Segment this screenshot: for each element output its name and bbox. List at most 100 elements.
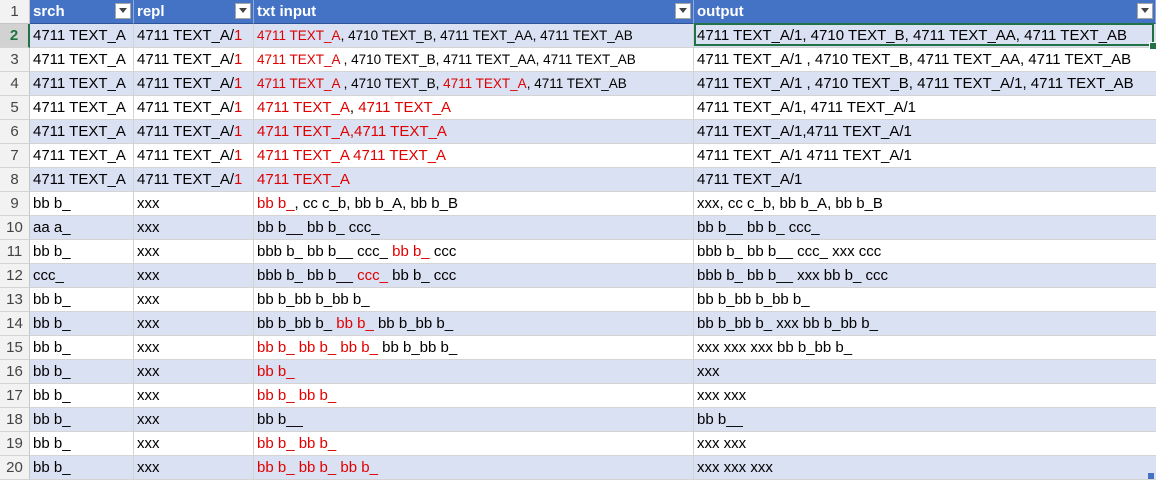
row-number[interactable]: 18 — [0, 408, 30, 432]
row-number[interactable]: 7 — [0, 144, 30, 168]
repl-cell[interactable]: xxx — [134, 240, 254, 264]
srch-cell[interactable]: ccc_ — [30, 264, 134, 288]
srch-cell[interactable]: 4711 TEXT_A — [30, 96, 134, 120]
srch-cell[interactable]: bb b_ — [30, 288, 134, 312]
row-number[interactable]: 12 — [0, 264, 30, 288]
output-cell[interactable]: xxx, cc c_b, bb b_A, bb b_B — [694, 192, 1156, 216]
row-number[interactable]: 5 — [0, 96, 30, 120]
repl-cell[interactable]: xxx — [134, 336, 254, 360]
srch-cell[interactable]: bb b_ — [30, 336, 134, 360]
output-cell[interactable]: xxx — [694, 360, 1156, 384]
row-number[interactable]: 14 — [0, 312, 30, 336]
output-cell[interactable]: 4711 TEXT_A/1, 4710 TEXT_B, 4711 TEXT_AA… — [694, 24, 1156, 48]
repl-cell[interactable]: xxx — [134, 432, 254, 456]
row-number[interactable]: 8 — [0, 168, 30, 192]
txt-input-cell[interactable]: bb b_ bb b_ bb b_ — [254, 456, 694, 480]
output-cell[interactable]: 4711 TEXT_A/1 — [694, 168, 1156, 192]
repl-cell[interactable]: 4711 TEXT_A/1 — [134, 96, 254, 120]
output-cell[interactable]: 4711 TEXT_A/1,4711 TEXT_A/1 — [694, 120, 1156, 144]
row-number[interactable]: 9 — [0, 192, 30, 216]
output-cell[interactable]: bbb b_ bb b__ ccc_ xxx ccc — [694, 240, 1156, 264]
output-cell[interactable]: xxx xxx xxx bb b_bb b_ — [694, 336, 1156, 360]
repl-cell[interactable]: xxx — [134, 216, 254, 240]
header-repl[interactable]: repl — [134, 0, 254, 24]
txt-input-cell[interactable]: bbb b_ bb b__ ccc_ bb b_ ccc — [254, 240, 694, 264]
output-cell[interactable]: bbb b_ bb b__ xxx bb b_ ccc — [694, 264, 1156, 288]
repl-cell[interactable]: 4711 TEXT_A/1 — [134, 72, 254, 96]
output-cell[interactable]: bb b_bb b_bb b_ — [694, 288, 1156, 312]
srch-cell[interactable]: 4711 TEXT_A — [30, 120, 134, 144]
srch-cell[interactable]: 4711 TEXT_A — [30, 72, 134, 96]
row-number[interactable]: 2 — [0, 24, 30, 48]
txt-input-cell[interactable]: bb b__ bb b_ ccc_ — [254, 216, 694, 240]
row-number[interactable]: 3 — [0, 48, 30, 72]
repl-cell[interactable]: xxx — [134, 288, 254, 312]
repl-cell[interactable]: 4711 TEXT_A/1 — [134, 144, 254, 168]
row-number[interactable]: 16 — [0, 360, 30, 384]
repl-cell[interactable]: xxx — [134, 408, 254, 432]
row-number[interactable]: 10 — [0, 216, 30, 240]
srch-cell[interactable]: bb b_ — [30, 456, 134, 480]
header-srch[interactable]: srch — [30, 0, 134, 24]
repl-cell[interactable]: xxx — [134, 192, 254, 216]
srch-cell[interactable]: 4711 TEXT_A — [30, 144, 134, 168]
row-number[interactable]: 1 — [0, 0, 30, 24]
txt-input-cell[interactable]: bb b_ bb b_ bb b_ bb b_bb b_ — [254, 336, 694, 360]
filter-dropdown-icon[interactable] — [1137, 3, 1153, 19]
output-cell[interactable]: xxx xxx — [694, 384, 1156, 408]
output-cell[interactable]: xxx xxx — [694, 432, 1156, 456]
output-cell[interactable]: 4711 TEXT_A/1, 4711 TEXT_A/1 — [694, 96, 1156, 120]
srch-cell[interactable]: bb b_ — [30, 408, 134, 432]
repl-cell[interactable]: 4711 TEXT_A/1 — [134, 24, 254, 48]
txt-input-cell[interactable]: bb b_bb b_ bb b_ bb b_bb b_ — [254, 312, 694, 336]
repl-cell[interactable]: xxx — [134, 360, 254, 384]
txt-input-cell[interactable]: 4711 TEXT_A , 4710 TEXT_B, 4711 TEXT_A, … — [254, 72, 694, 96]
srch-cell[interactable]: bb b_ — [30, 360, 134, 384]
txt-input-cell[interactable]: 4711 TEXT_A , 4710 TEXT_B, 4711 TEXT_AA,… — [254, 48, 694, 72]
row-number[interactable]: 13 — [0, 288, 30, 312]
txt-input-cell[interactable]: 4711 TEXT_A, 4711 TEXT_A — [254, 96, 694, 120]
row-number[interactable]: 4 — [0, 72, 30, 96]
srch-cell[interactable]: bb b_ — [30, 240, 134, 264]
srch-cell[interactable]: aa a_ — [30, 216, 134, 240]
srch-cell[interactable]: bb b_ — [30, 192, 134, 216]
srch-cell[interactable]: bb b_ — [30, 432, 134, 456]
repl-cell[interactable]: 4711 TEXT_A/1 — [134, 120, 254, 144]
txt-input-cell[interactable]: bbb b_ bb b__ ccc_ bb b_ ccc — [254, 264, 694, 288]
srch-cell[interactable]: 4711 TEXT_A — [30, 168, 134, 192]
output-cell[interactable]: 4711 TEXT_A/1 4711 TEXT_A/1 — [694, 144, 1156, 168]
repl-cell[interactable]: 4711 TEXT_A/1 — [134, 48, 254, 72]
repl-cell[interactable]: xxx — [134, 384, 254, 408]
header-txt-input[interactable]: txt input — [254, 0, 694, 24]
repl-cell[interactable]: xxx — [134, 456, 254, 480]
output-cell[interactable]: xxx xxx xxx — [694, 456, 1156, 480]
output-cell[interactable]: bb b_bb b_ xxx bb b_bb b_ — [694, 312, 1156, 336]
header-output[interactable]: output — [694, 0, 1156, 24]
output-cell[interactable]: bb b__ — [694, 408, 1156, 432]
txt-input-cell[interactable]: bb b__ — [254, 408, 694, 432]
row-number[interactable]: 6 — [0, 120, 30, 144]
srch-cell[interactable]: bb b_ — [30, 312, 134, 336]
row-number[interactable]: 15 — [0, 336, 30, 360]
row-number[interactable]: 11 — [0, 240, 30, 264]
txt-input-cell[interactable]: bb b_ bb b_ — [254, 384, 694, 408]
row-number[interactable]: 19 — [0, 432, 30, 456]
txt-input-cell[interactable]: 4711 TEXT_A, 4710 TEXT_B, 4711 TEXT_AA, … — [254, 24, 694, 48]
txt-input-cell[interactable]: bb b_ — [254, 360, 694, 384]
repl-cell[interactable]: 4711 TEXT_A/1 — [134, 168, 254, 192]
srch-cell[interactable]: 4711 TEXT_A — [30, 48, 134, 72]
output-cell[interactable]: 4711 TEXT_A/1 , 4710 TEXT_B, 4711 TEXT_A… — [694, 72, 1156, 96]
txt-input-cell[interactable]: bb b_, cc c_b, bb b_A, bb b_B — [254, 192, 694, 216]
filter-dropdown-icon[interactable] — [235, 3, 251, 19]
txt-input-cell[interactable]: 4711 TEXT_A,4711 TEXT_A — [254, 120, 694, 144]
srch-cell[interactable]: 4711 TEXT_A — [30, 24, 134, 48]
txt-input-cell[interactable]: 4711 TEXT_A 4711 TEXT_A — [254, 144, 694, 168]
txt-input-cell[interactable]: bb b_ bb b_ — [254, 432, 694, 456]
row-number[interactable]: 20 — [0, 456, 30, 480]
filter-dropdown-icon[interactable] — [675, 3, 691, 19]
row-number[interactable]: 17 — [0, 384, 30, 408]
output-cell[interactable]: bb b__ bb b_ ccc_ — [694, 216, 1156, 240]
filter-dropdown-icon[interactable] — [115, 3, 131, 19]
repl-cell[interactable]: xxx — [134, 312, 254, 336]
srch-cell[interactable]: bb b_ — [30, 384, 134, 408]
